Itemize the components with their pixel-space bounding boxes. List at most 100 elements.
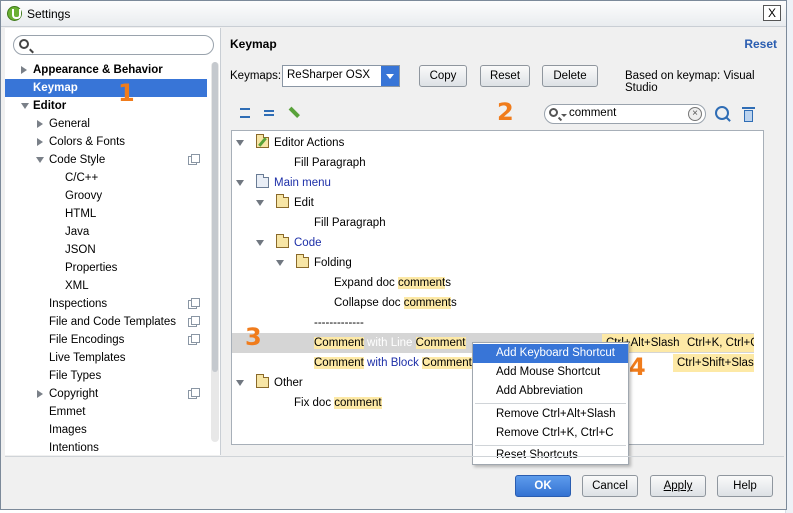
find-by-shortcut-icon[interactable]	[715, 106, 731, 122]
sidebar-item-general[interactable]: General	[49, 115, 90, 133]
window-title: Settings	[27, 7, 71, 21]
clear-search-icon[interactable]: ×	[688, 107, 702, 121]
settings-search-input[interactable]	[13, 35, 214, 55]
sidebar-item-java[interactable]: Java	[65, 223, 89, 241]
editor-actions-folder-icon	[256, 134, 269, 148]
sidebar-item-copyright[interactable]: Copyright	[49, 385, 98, 403]
chevron-down-icon[interactable]	[256, 200, 264, 206]
tree-label: Collapse doc comments	[334, 293, 457, 313]
sidebar-item-file-encodings[interactable]: File Encodings	[49, 331, 124, 349]
tree-row-editor-actions[interactable]: Editor Actions	[232, 133, 762, 153]
sidebar-item-file-types[interactable]: File Types	[49, 367, 101, 385]
chevron-right-icon[interactable]	[21, 66, 27, 74]
title-bar: Settings X	[1, 1, 786, 27]
reset-link[interactable]: Reset	[744, 37, 777, 51]
reset-button[interactable]: Reset	[480, 65, 530, 87]
chevron-down-icon[interactable]	[381, 66, 399, 86]
ok-button[interactable]: OK	[515, 475, 571, 497]
keymap-select-value: ReSharper OSX	[287, 69, 371, 81]
sidebar-item-html[interactable]: HTML	[65, 205, 96, 223]
keymap-select[interactable]: ReSharper OSX	[282, 65, 400, 87]
menu-folder-icon	[256, 174, 269, 188]
tree-row-separator: -------------	[232, 313, 762, 333]
search-match-highlight: comment	[397, 277, 446, 289]
sidebar-item-groovy[interactable]: Groovy	[65, 187, 102, 205]
tree-row-expand-doc-comments[interactable]: Expand doc comments	[232, 273, 762, 293]
chevron-down-icon[interactable]	[36, 157, 44, 163]
tree-row-edit[interactable]: Edit	[232, 193, 762, 213]
sidebar-item-intentions[interactable]: Intentions	[49, 439, 99, 455]
context-menu: Add Keyboard Shortcut Add Mouse Shortcut…	[472, 342, 629, 465]
tree-row-folding[interactable]: Folding	[232, 253, 762, 273]
clear-filter-trash-icon[interactable]	[742, 107, 755, 122]
apply-button[interactable]: Apply	[650, 475, 706, 497]
tree-label: Other	[274, 377, 303, 389]
based-on-label: Based on keymap: Visual Studio	[625, 70, 755, 94]
search-match-highlight: Comment	[314, 357, 364, 369]
project-settings-icon	[188, 298, 200, 309]
chevron-down-icon[interactable]	[236, 380, 244, 386]
search-match-highlight: Comment	[422, 357, 472, 369]
help-button[interactable]: Help	[717, 475, 773, 497]
sidebar-scrollbar[interactable]	[211, 62, 219, 442]
shortcut-badge: Ctrl+K, Ctrl+C	[683, 334, 762, 352]
chevron-right-icon[interactable]	[37, 138, 43, 146]
tree-row-code[interactable]: Code	[232, 233, 762, 253]
search-match-highlight: comment	[334, 397, 382, 409]
sidebar-item-colors-fonts[interactable]: Colors & Fonts	[49, 133, 125, 151]
tree-row-fill-paragraph[interactable]: Fill Paragraph	[232, 153, 762, 173]
menu-item-add-keyboard-shortcut[interactable]: Add Keyboard Shortcut	[473, 344, 628, 363]
tree-label: Comment with Block Comment	[314, 353, 472, 373]
tree-row-fill-paragraph[interactable]: Fill Paragraph	[232, 213, 762, 233]
sidebar-item-appearance-behavior[interactable]: Appearance & Behavior	[33, 61, 163, 79]
tree-scrollbar[interactable]	[754, 130, 764, 445]
chevron-down-icon[interactable]	[256, 240, 264, 246]
edit-shortcut-icon[interactable]	[285, 103, 305, 123]
label-text: s	[450, 297, 457, 309]
chevron-right-icon[interactable]	[37, 390, 43, 398]
folder-icon	[256, 374, 269, 388]
sidebar-item-inspections[interactable]: Inspections	[49, 295, 107, 313]
keymap-filter-input[interactable]: comment ×	[544, 104, 706, 124]
label-text: s	[445, 277, 451, 289]
expand-all-icon[interactable]	[238, 106, 252, 120]
search-history-icon[interactable]	[561, 114, 567, 117]
folder-icon	[296, 254, 309, 268]
copy-button[interactable]: Copy	[419, 65, 467, 87]
collapse-all-icon[interactable]	[262, 106, 276, 120]
close-button[interactable]: X	[763, 5, 781, 21]
sidebar-item-images[interactable]: Images	[49, 421, 87, 439]
chevron-down-icon[interactable]	[236, 180, 244, 186]
delete-button[interactable]: Delete	[542, 65, 598, 87]
chevron-down-icon[interactable]	[21, 103, 29, 109]
project-settings-icon	[188, 154, 200, 165]
tree-row-collapse-doc-comments[interactable]: Collapse doc comments	[232, 293, 762, 313]
menu-item-add-abbreviation[interactable]: Add Abbreviation	[473, 382, 628, 401]
keymaps-label: Keymaps:	[230, 70, 282, 82]
annotation-marker-3: 3	[245, 323, 262, 351]
sidebar-item-json[interactable]: JSON	[65, 241, 96, 259]
chevron-down-icon[interactable]	[276, 260, 284, 266]
folder-icon	[276, 234, 289, 248]
sidebar-item-c-cpp[interactable]: C/C++	[65, 169, 98, 187]
chevron-down-icon[interactable]	[236, 140, 244, 146]
tree-label: Fix doc comment	[294, 393, 382, 413]
sidebar-item-file-code-templates[interactable]: File and Code Templates	[49, 313, 176, 331]
chevron-right-icon[interactable]	[37, 120, 43, 128]
menu-separator	[475, 403, 626, 404]
sidebar-item-editor[interactable]: Editor	[33, 97, 66, 115]
sidebar-item-properties[interactable]: Properties	[65, 259, 117, 277]
menu-item-remove-ctrl-k-ctrl-c[interactable]: Remove Ctrl+K, Ctrl+C	[473, 424, 628, 443]
project-settings-icon	[188, 388, 200, 399]
menu-item-remove-ctrl-alt-slash[interactable]: Remove Ctrl+Alt+Slash	[473, 405, 628, 424]
menu-item-add-mouse-shortcut[interactable]: Add Mouse Shortcut	[473, 363, 628, 382]
sidebar-scrollbar-thumb[interactable]	[212, 62, 218, 372]
sidebar-item-xml[interactable]: XML	[65, 277, 89, 295]
tree-row-main-menu[interactable]: Main menu	[232, 173, 762, 193]
sidebar-item-keymap[interactable]: Keymap	[5, 79, 207, 97]
sidebar-item-emmet[interactable]: Emmet	[49, 403, 85, 421]
sidebar-item-code-style[interactable]: Code Style	[49, 151, 105, 169]
cancel-button[interactable]: Cancel	[582, 475, 638, 497]
project-settings-icon	[188, 334, 200, 345]
sidebar-item-live-templates[interactable]: Live Templates	[49, 349, 126, 367]
